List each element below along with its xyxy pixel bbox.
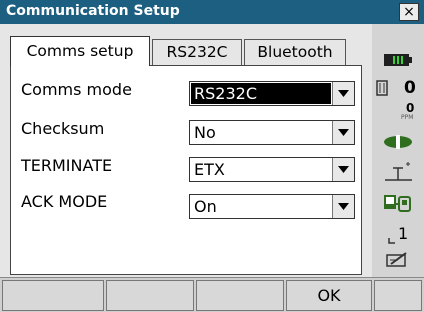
softkey-5[interactable] (374, 280, 422, 311)
comms-mode-select[interactable]: RS232C (189, 81, 355, 106)
ppm-unit: PPM (401, 114, 414, 121)
ack-mode-value: On (194, 197, 217, 216)
terminate-dropdown-button[interactable] (332, 158, 354, 181)
ack-mode-dropdown-button[interactable] (332, 195, 354, 218)
window-title: Communication Setup (6, 3, 180, 19)
prism-target-icon (376, 80, 388, 96)
softkey-bar: OK (0, 277, 424, 312)
close-button[interactable]: × (399, 3, 419, 21)
ack-mode-label: ACK MODE (21, 192, 108, 211)
softkey-3[interactable] (196, 280, 284, 311)
terminate-value: ETX (194, 160, 225, 179)
ok-button[interactable]: OK (286, 280, 372, 311)
softkey-2[interactable] (106, 280, 194, 311)
page-number: 1 (398, 224, 409, 243)
tab-rs232c[interactable]: RS232C (152, 39, 242, 65)
checksum-select[interactable]: No (189, 120, 355, 145)
terminate-select[interactable]: ETX (189, 157, 355, 182)
pen-input-icon[interactable] (386, 252, 408, 268)
main-area: Comms setup RS232C Bluetooth Comms mode … (0, 24, 372, 277)
battery-icon (384, 54, 412, 66)
softkey-1[interactable] (2, 280, 104, 311)
chevron-down-icon (338, 129, 349, 136)
chevron-down-icon (338, 203, 349, 210)
title-bar: Communication Setup × (0, 0, 424, 24)
checksum-label: Checksum (21, 119, 105, 138)
device-icon (384, 195, 411, 212)
checksum-value: No (194, 123, 216, 142)
chevron-down-icon (338, 90, 349, 97)
ppm-value: 0 (406, 101, 415, 115)
tab-comms-setup[interactable]: Comms setup (10, 36, 150, 66)
comms-mode-dropdown-button[interactable] (332, 82, 354, 105)
target-constant-value: 0 (404, 78, 416, 98)
tab-bluetooth[interactable]: Bluetooth (244, 39, 346, 65)
checksum-dropdown-button[interactable] (332, 121, 354, 144)
comms-mode-value: RS232C (191, 83, 331, 104)
status-sidebar: 0 0 PPM 1 (372, 24, 424, 277)
ack-mode-select[interactable]: On (189, 194, 355, 219)
terminate-label: TERMINATE (21, 156, 113, 175)
settings-panel: Comms mode RS232C Checksum No TERMINATE … (10, 65, 362, 275)
chevron-down-icon (338, 166, 349, 173)
tilt-icon (385, 162, 412, 181)
comms-mode-label: Comms mode (21, 80, 132, 99)
page-indicator-icon (388, 238, 395, 244)
prism-icon (384, 135, 412, 149)
